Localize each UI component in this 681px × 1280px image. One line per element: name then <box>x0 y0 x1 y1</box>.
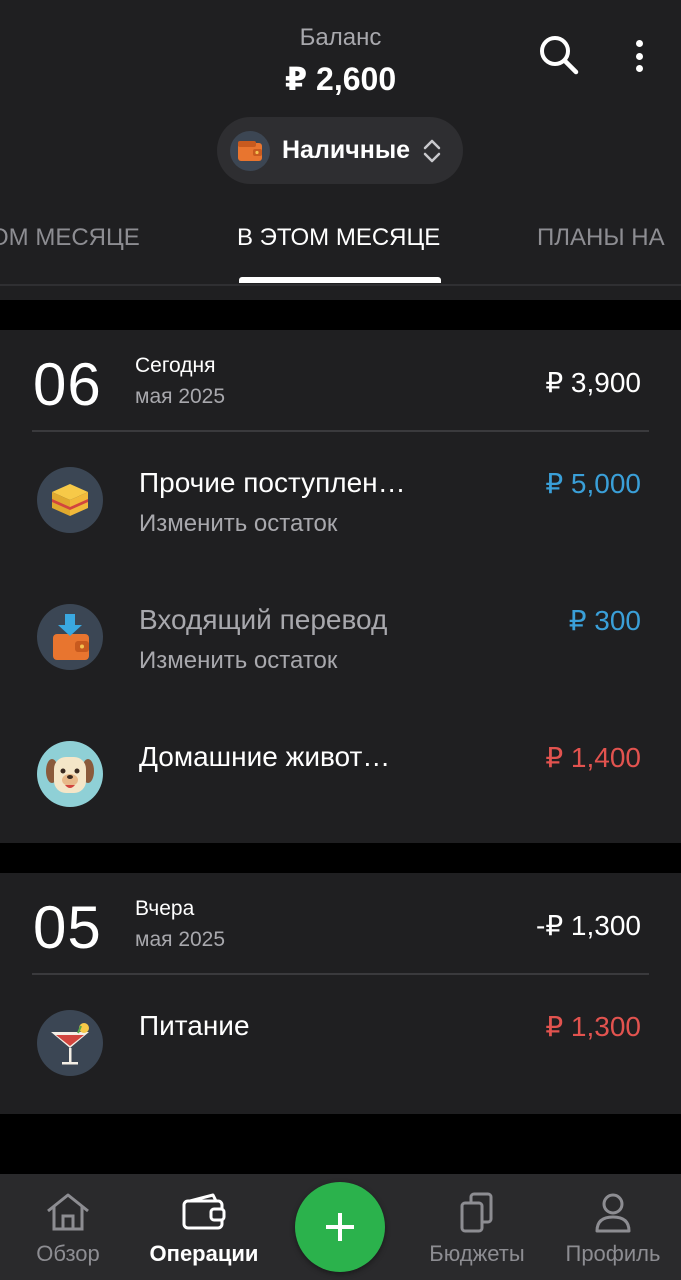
cocktail-icon <box>37 1010 103 1076</box>
tab-indicator <box>239 277 441 283</box>
day-total: -₽ 1,300 <box>536 910 641 941</box>
transaction-amount: ₽ 5,000 <box>545 468 641 499</box>
box-icon <box>37 467 103 533</box>
transaction-title: Прочие поступлен… <box>139 467 406 498</box>
nav-label: Профиль <box>565 1241 661 1266</box>
plus-icon <box>326 1213 354 1241</box>
transaction-subtitle: Изменить остаток <box>139 510 338 537</box>
nav-overview[interactable]: Обзор <box>0 1174 136 1280</box>
day-number: 05 <box>33 894 102 961</box>
add-operation-button[interactable] <box>295 1182 385 1272</box>
period-tabs: ОМ МЕСЯЦЕ В ЭТОМ МЕСЯЦЕ ПЛАНЫ НА <box>0 200 681 284</box>
nav-operations[interactable]: Операции <box>136 1174 272 1280</box>
search-button[interactable] <box>536 32 582 78</box>
incoming-transfer-icon <box>37 604 103 670</box>
transaction-row[interactable]: Домашние живот… ₽ 1,400 <box>0 705 681 842</box>
transaction-row[interactable]: Входящий перевод Изменить остаток ₽ 300 <box>0 568 681 705</box>
budgets-icon <box>460 1192 493 1233</box>
transaction-row[interactable]: Прочие поступлен… Изменить остаток ₽ 5,0… <box>0 431 681 568</box>
transaction-amount: ₽ 1,400 <box>545 742 641 773</box>
nav-label: Обзор <box>36 1241 100 1266</box>
day-number: 06 <box>33 351 102 418</box>
tab-this-month[interactable]: В ЭТОМ МЕСЯЦЕ <box>237 224 440 252</box>
more-options-button[interactable] <box>622 36 656 76</box>
day-month-year: мая 2025 <box>135 928 226 951</box>
nav-budgets[interactable]: Бюджеты <box>409 1174 545 1280</box>
tab-last-month[interactable]: ОМ МЕСЯЦЕ <box>0 224 140 252</box>
account-name: Наличные <box>282 136 411 164</box>
transaction-amount: ₽ 1,300 <box>545 1011 641 1042</box>
more-vertical-icon <box>635 40 643 47</box>
transaction-row[interactable]: Питание ₽ 1,300 <box>0 974 681 1111</box>
wallet-icon <box>230 130 270 171</box>
day-month-year: мая 2025 <box>135 385 226 408</box>
transaction-title: Питание <box>139 1010 250 1041</box>
account-selector[interactable]: Наличные <box>217 117 463 184</box>
day-group-yesterday: 05 Вчера мая 2025 -₽ 1,300 Питание ₽ 1,3… <box>0 873 681 1114</box>
nav-label: Бюджеты <box>429 1241 525 1266</box>
nav-label: Операции <box>149 1241 259 1266</box>
day-header: 06 Сегодня мая 2025 ₽ 3,900 <box>0 330 681 432</box>
transaction-title: Домашние живот… <box>139 741 391 772</box>
day-group-today: 06 Сегодня мая 2025 ₽ 3,900 Прочие посту… <box>0 330 681 843</box>
day-relative-label: Сегодня <box>135 354 216 377</box>
transaction-title: Входящий перевод <box>139 604 388 635</box>
wallet-icon <box>182 1193 226 1230</box>
transaction-amount: ₽ 300 <box>568 605 641 636</box>
day-header: 05 Вчера мая 2025 -₽ 1,300 <box>0 873 681 975</box>
profile-icon <box>595 1193 631 1233</box>
tab-plans[interactable]: ПЛАНЫ НА <box>537 224 665 252</box>
day-relative-label: Вчера <box>135 897 195 920</box>
search-icon <box>540 36 579 75</box>
tabs-divider <box>0 284 681 286</box>
top-app-bar: Баланс ₽ 2,600 Наличные ОМ МЕСЯЦЕ В ЭТОМ… <box>0 0 681 300</box>
day-total: ₽ 3,900 <box>545 367 641 398</box>
dog-icon <box>37 741 103 807</box>
transaction-subtitle: Изменить остаток <box>139 647 338 674</box>
home-icon <box>47 1193 89 1231</box>
nav-profile[interactable]: Профиль <box>545 1174 681 1280</box>
chevron-up-down-icon <box>423 139 441 162</box>
